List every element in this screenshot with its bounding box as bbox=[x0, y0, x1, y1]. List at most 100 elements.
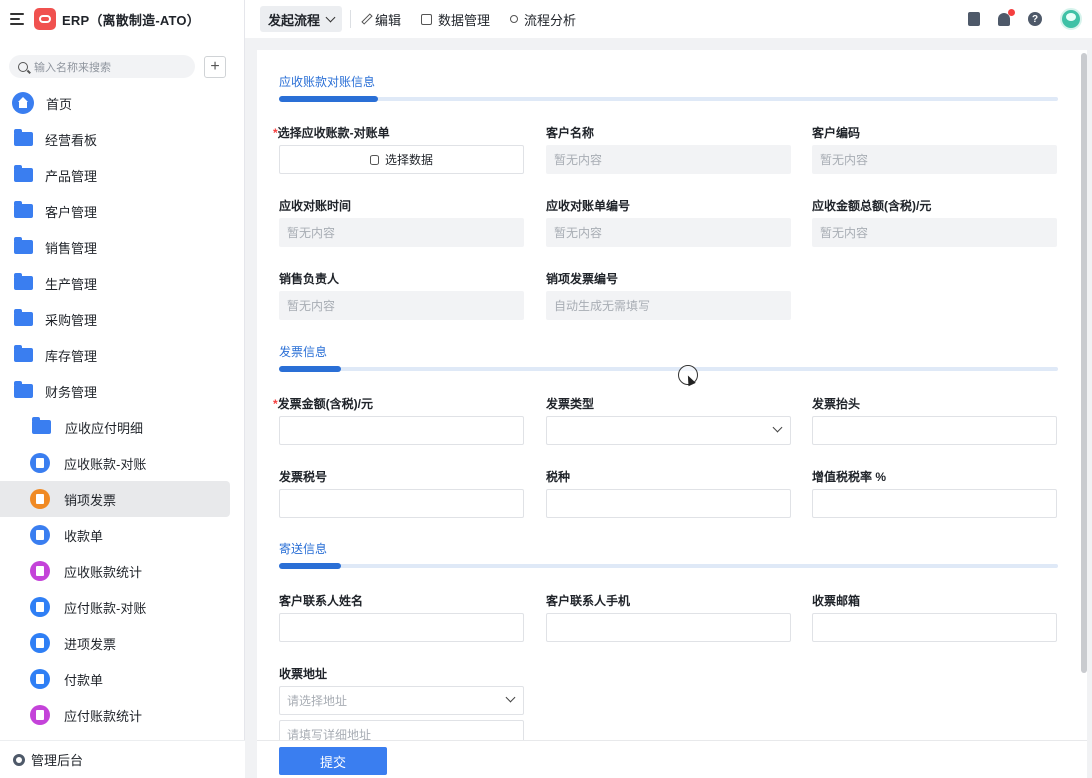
section-title-invoice: 发票信息 bbox=[279, 345, 328, 359]
flow-analysis-button[interactable]: 流程分析 bbox=[510, 10, 576, 29]
invoice-type-select[interactable] bbox=[546, 416, 791, 445]
sidebar-item-label: 应付账款-对账 bbox=[64, 600, 147, 616]
bell-icon[interactable] bbox=[998, 8, 1015, 26]
sidebar-item-inventory[interactable]: 库存管理 bbox=[0, 337, 244, 373]
field-customer-code: 客户编码 暂无内容 bbox=[812, 124, 1057, 174]
sidebar: ERP（离散制造-ATO） 输入名称来搜索 + 首页 经营看板 产品管理 客户管… bbox=[0, 0, 245, 778]
chart-icon bbox=[30, 705, 50, 725]
search-input[interactable]: 输入名称来搜索 bbox=[9, 55, 195, 78]
field-contact-phone: 客户联系人手机 bbox=[546, 592, 791, 642]
card-icon bbox=[30, 633, 50, 653]
sidebar-item-dashboard[interactable]: 经营看板 bbox=[0, 121, 244, 157]
sidebar-item-production[interactable]: 生产管理 bbox=[0, 265, 244, 301]
field-label: 增值税税率 % bbox=[812, 470, 887, 484]
contact-name-input[interactable] bbox=[279, 613, 524, 642]
sidebar-item-payment[interactable]: 付款单 bbox=[0, 661, 244, 697]
field-sales-owner: 销售负责人 暂无内容 bbox=[279, 270, 524, 320]
amount-total-value: 暂无内容 bbox=[812, 218, 1057, 247]
data-manage-button[interactable]: 数据管理 bbox=[421, 10, 490, 29]
book-icon[interactable] bbox=[968, 12, 980, 26]
invoice-email-input[interactable] bbox=[812, 613, 1057, 642]
mouse-cursor-icon bbox=[678, 365, 698, 385]
submit-button[interactable]: 提交 bbox=[279, 747, 387, 775]
sidebar-item-ap-reconcile[interactable]: 应付账款-对账 bbox=[0, 589, 244, 625]
tax-kind-input[interactable] bbox=[546, 489, 791, 518]
database-icon bbox=[369, 154, 379, 165]
sidebar-item-home[interactable]: 首页 bbox=[0, 85, 244, 121]
sidebar-item-label: 经营看板 bbox=[45, 132, 98, 148]
invoice-header-input[interactable] bbox=[812, 416, 1057, 445]
edit-button[interactable]: 编辑 bbox=[361, 10, 401, 29]
field-label: 客户联系人手机 bbox=[546, 594, 631, 608]
select-data-button[interactable]: 选择数据 bbox=[279, 145, 524, 174]
menu-toggle-icon[interactable] bbox=[10, 13, 24, 25]
sidebar-item-finance[interactable]: 财务管理 bbox=[0, 373, 244, 409]
address-select[interactable]: 请选择地址 bbox=[279, 686, 524, 715]
admin-link[interactable]: 管理后台 bbox=[0, 740, 245, 778]
field-reconcile-time: 应收对账时间 暂无内容 bbox=[279, 197, 524, 247]
flow-icon bbox=[510, 15, 519, 23]
field-label: 发票金额(含税)/元 bbox=[277, 397, 373, 411]
form-card: 应收账款对账信息 *选择应收账款-对账单 选择数据 客户名称 暂无内容 客户编码… bbox=[257, 50, 1087, 740]
sidebar-item-sales-invoice[interactable]: 销项发票 bbox=[0, 481, 230, 517]
sidebar-nav: 首页 经营看板 产品管理 客户管理 销售管理 生产管理 采购管理 库存管理 财务… bbox=[0, 85, 244, 733]
sidebar-item-customers[interactable]: 客户管理 bbox=[0, 193, 244, 229]
top-toolbar: 发起流程 编辑 数据管理 流程分析 ? bbox=[245, 0, 1092, 38]
help-icon[interactable]: ? bbox=[1028, 12, 1042, 26]
table-icon bbox=[421, 13, 433, 25]
sidebar-item-ap-stats[interactable]: 应付账款统计 bbox=[0, 697, 244, 733]
field-label: 应收对账单编号 bbox=[546, 199, 631, 213]
vat-rate-input[interactable] bbox=[812, 489, 1057, 518]
field-invoice-no: 销项发票编号 自动生成无需填写 bbox=[546, 270, 791, 320]
sidebar-item-label: 财务管理 bbox=[45, 384, 98, 400]
field-tax-no: 发票税号 bbox=[279, 468, 524, 518]
field-label: 应收对账时间 bbox=[279, 199, 352, 213]
folder-icon bbox=[32, 417, 51, 434]
field-label: 收票地址 bbox=[279, 667, 328, 681]
sidebar-item-label: 付款单 bbox=[64, 672, 104, 688]
field-label: 客户联系人姓名 bbox=[279, 594, 364, 608]
sidebar-item-label: 采购管理 bbox=[45, 312, 98, 328]
field-invoice-amount: *发票金额(含税)/元 bbox=[273, 395, 524, 445]
flow-analysis-label: 流程分析 bbox=[524, 12, 577, 28]
sidebar-item-sales[interactable]: 销售管理 bbox=[0, 229, 244, 265]
sidebar-item-receipt[interactable]: 收款单 bbox=[0, 517, 244, 553]
section-divider bbox=[279, 366, 1058, 372]
sidebar-item-label: 销项发票 bbox=[64, 492, 117, 508]
sidebar-item-label: 销售管理 bbox=[45, 240, 98, 256]
document-icon bbox=[30, 525, 50, 545]
start-flow-button[interactable]: 发起流程 bbox=[260, 6, 343, 32]
avatar[interactable] bbox=[1060, 8, 1082, 30]
folder-icon bbox=[14, 129, 33, 146]
sidebar-item-label: 应收账款-对账 bbox=[64, 456, 147, 472]
start-flow-label: 发起流程 bbox=[268, 12, 321, 28]
scrollbar[interactable] bbox=[1081, 53, 1087, 673]
sidebar-item-products[interactable]: 产品管理 bbox=[0, 157, 244, 193]
sidebar-item-label: 首页 bbox=[46, 96, 73, 112]
sidebar-item-ar-reconcile[interactable]: 应收账款-对账 bbox=[0, 445, 244, 481]
gear-icon bbox=[13, 753, 25, 766]
add-button[interactable]: + bbox=[204, 55, 226, 78]
section-divider bbox=[279, 563, 1058, 569]
sidebar-item-purchase-invoice[interactable]: 进项发票 bbox=[0, 625, 244, 661]
field-vat-rate: 增值税税率 % bbox=[812, 468, 1057, 518]
sales-owner-value: 暂无内容 bbox=[279, 291, 524, 320]
upload-icon bbox=[30, 597, 50, 617]
address-detail-input[interactable]: 请填写详细地址 bbox=[279, 720, 524, 740]
tax-no-input[interactable] bbox=[279, 489, 524, 518]
field-label: 销项发票编号 bbox=[546, 272, 619, 286]
contact-phone-input[interactable] bbox=[546, 613, 791, 642]
section-title-mailing: 寄送信息 bbox=[279, 542, 328, 556]
sidebar-item-ar-stats[interactable]: 应收账款统计 bbox=[0, 553, 244, 589]
sidebar-item-purchasing[interactable]: 采购管理 bbox=[0, 301, 244, 337]
field-label: 发票税号 bbox=[279, 470, 328, 484]
sidebar-item-label: 应收账款统计 bbox=[64, 564, 143, 580]
field-label: 销售负责人 bbox=[279, 272, 340, 286]
pen-icon bbox=[361, 13, 373, 25]
toolbar-divider bbox=[350, 10, 352, 28]
search-row: 输入名称来搜索 + bbox=[0, 38, 244, 78]
invoice-amount-input[interactable] bbox=[279, 416, 524, 445]
home-icon bbox=[12, 92, 34, 114]
sidebar-item-ar-ap-detail[interactable]: 应收应付明细 bbox=[0, 409, 244, 445]
toolbar-right: ? bbox=[950, 8, 1092, 30]
